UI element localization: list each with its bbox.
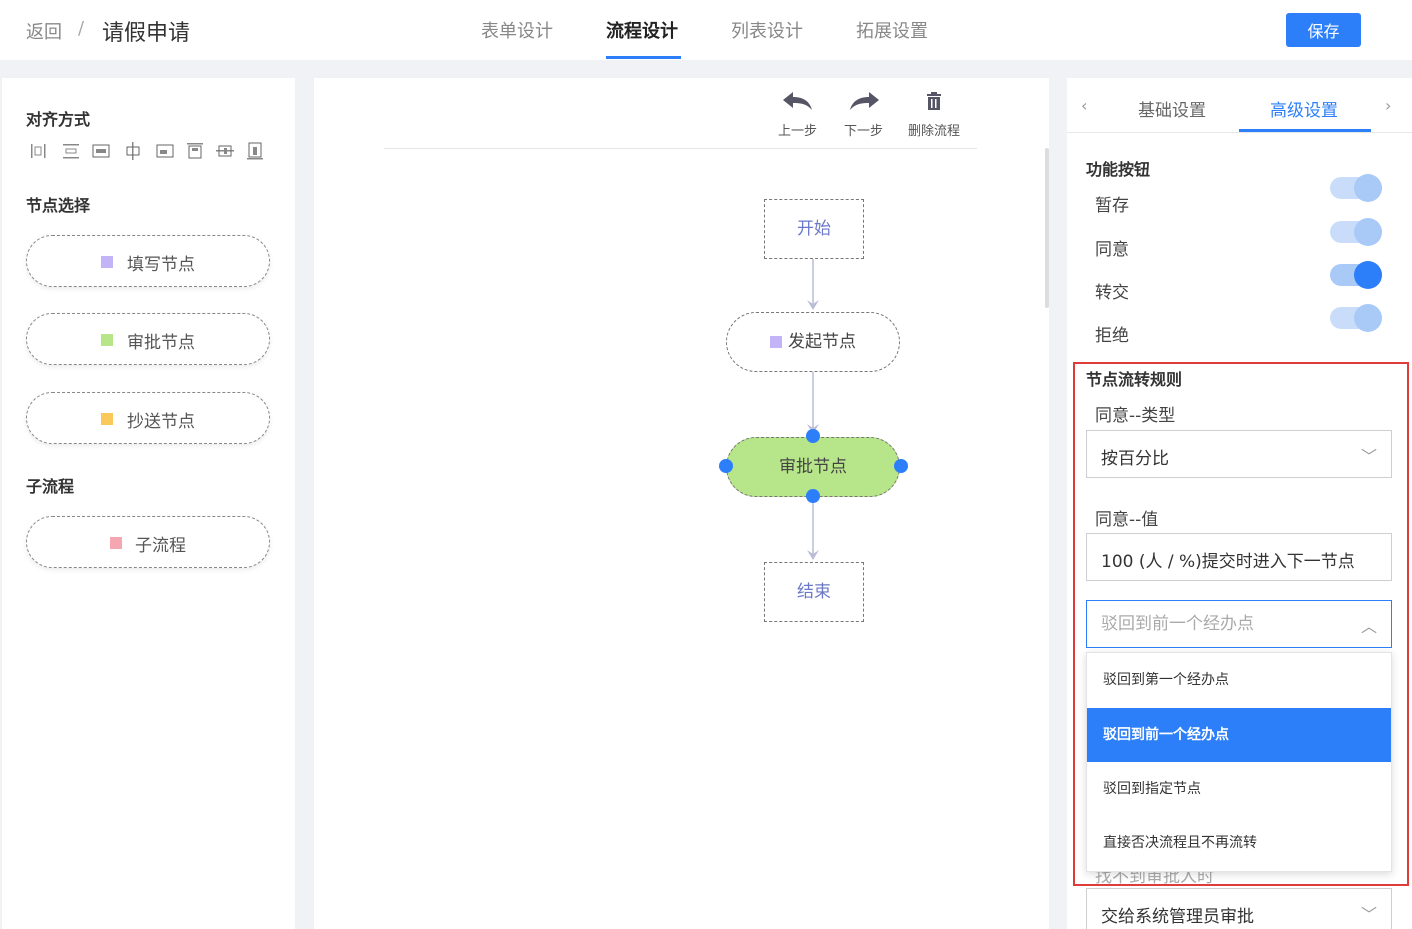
align-toolbar — [30, 142, 270, 160]
cc-node-label: 抄送节点 — [127, 412, 195, 432]
palette-subflow-node[interactable]: 子流程 — [26, 516, 270, 568]
top-header: 返回 / 请假申请 表单设计 流程设计 列表设计 拓展设置 保存 — [0, 0, 1412, 60]
agree-type-select[interactable]: 按百分比 ﹀ — [1086, 430, 1392, 478]
align-bottom-icon[interactable] — [156, 142, 174, 160]
connector-handle-bottom[interactable] — [806, 489, 820, 503]
palette-cc-node[interactable]: 抄送节点 — [26, 392, 270, 444]
flow-end-node[interactable]: 结束 — [764, 562, 864, 622]
flow-start-node[interactable]: 开始 — [764, 199, 864, 259]
agree-value-text: 100 (人 / %)提交时进入下一节点 — [1101, 552, 1355, 572]
tab-basic-settings[interactable]: 基础设置 — [1138, 96, 1206, 121]
option-veto-directly[interactable]: 直接否决流程且不再流转 — [1087, 816, 1391, 870]
btn-label-agree: 同意 — [1095, 240, 1129, 260]
option-reject-to-first[interactable]: 驳回到第一个经办点 — [1087, 653, 1391, 707]
chevron-down-icon: ﹀ — [1360, 905, 1377, 924]
align-top-icon[interactable] — [92, 142, 110, 160]
node-select-title: 节点选择 — [26, 196, 91, 215]
chevron-right-icon[interactable]: › — [1385, 96, 1391, 115]
align-center-h-icon[interactable] — [62, 142, 80, 160]
agree-value-label: 同意--值 — [1095, 510, 1159, 530]
initiate-node-swatch — [770, 336, 782, 348]
chevron-up-icon: ︿ — [1360, 617, 1377, 636]
node-palette-panel: 对齐方式 节点选择 填写节点 审批节点 抄送节点 子流程 子流程 — [2, 78, 295, 929]
fill-node-label: 填写节点 — [127, 255, 195, 275]
chevron-down-icon: ﹀ — [1360, 447, 1377, 466]
align-vertical-middle-icon[interactable] — [216, 142, 234, 160]
agree-value-input[interactable]: 100 (人 / %)提交时进入下一节点 — [1086, 533, 1392, 581]
tab-form-design[interactable]: 表单设计 — [481, 17, 553, 43]
connector-handle-right[interactable] — [894, 459, 908, 473]
reject-rule-dropdown: 驳回到第一个经办点 驳回到前一个经办点 驳回到指定节点 直接否决流程且不再流转 — [1086, 652, 1392, 872]
page-title: 请假申请 — [102, 21, 191, 46]
toggle-reject[interactable] — [1330, 304, 1382, 332]
approve-node-label: 审批节点 — [127, 333, 195, 353]
no-approver-select[interactable]: 交给系统管理员审批 ﹀ — [1086, 888, 1392, 929]
toggle-agree[interactable] — [1330, 218, 1382, 246]
btn-label-transfer: 转交 — [1095, 283, 1129, 303]
option-reject-to-specified[interactable]: 驳回到指定节点 — [1087, 762, 1391, 816]
agree-type-label: 同意--类型 — [1095, 406, 1176, 426]
flow-approve-node[interactable]: 审批节点 — [726, 437, 900, 497]
align-vertical-bottom-icon[interactable] — [246, 142, 264, 160]
toggle-transfer[interactable] — [1330, 261, 1382, 289]
tab-list-design[interactable]: 列表设计 — [731, 17, 803, 43]
toggle-save-draft[interactable] — [1330, 174, 1382, 202]
flow-rule-title: 节点流转规则 — [1086, 370, 1183, 389]
align-left-icon[interactable] — [30, 142, 48, 160]
option-reject-to-previous[interactable]: 驳回到前一个经办点 — [1087, 708, 1391, 762]
tab-advanced-settings[interactable]: 高级设置 — [1270, 96, 1338, 121]
agree-type-value: 按百分比 — [1101, 449, 1169, 469]
back-link[interactable]: 返回 — [26, 18, 62, 44]
subflow-node-swatch — [110, 537, 122, 549]
subflow-node-label: 子流程 — [135, 536, 186, 556]
flow-initiate-node[interactable]: 发起节点 — [726, 312, 900, 372]
palette-fill-node[interactable]: 填写节点 — [26, 235, 270, 287]
active-tab-indicator — [606, 56, 681, 59]
btn-label-save-draft: 暂存 — [1095, 196, 1129, 216]
flow-canvas[interactable]: 上一步 下一步 删除流程 开始 发起节点 审批节点 结束 — [314, 78, 1049, 929]
align-vertical-top-icon[interactable] — [186, 142, 204, 160]
save-button[interactable]: 保存 — [1286, 13, 1361, 47]
btn-label-reject: 拒绝 — [1095, 326, 1129, 346]
function-buttons-title: 功能按钮 — [1086, 160, 1151, 179]
fill-node-swatch — [101, 256, 113, 268]
no-approver-value: 交给系统管理员审批 — [1101, 907, 1254, 927]
subflow-section-title: 子流程 — [26, 477, 75, 496]
approve-node-swatch — [101, 334, 113, 346]
chevron-left-icon[interactable]: ‹ — [1081, 96, 1087, 115]
breadcrumb-separator: / — [78, 18, 85, 39]
property-panel: ‹ 基础设置 高级设置 › 功能按钮 暂存 同意 转交 拒绝 节点流转规则 同意… — [1067, 78, 1412, 929]
align-middle-icon[interactable] — [124, 142, 142, 160]
tab-flow-design[interactable]: 流程设计 — [606, 17, 678, 43]
reject-rule-input[interactable] — [1101, 611, 1351, 637]
right-tab-divider — [1067, 132, 1412, 133]
reject-rule-select[interactable]: ︿ — [1086, 600, 1392, 648]
align-section-title: 对齐方式 — [26, 110, 91, 129]
connector-handle-top[interactable] — [806, 429, 820, 443]
tab-extension-settings[interactable]: 拓展设置 — [856, 17, 928, 43]
flow-connectors — [807, 259, 819, 560]
initiate-node-label: 发起节点 — [788, 332, 856, 352]
cc-node-swatch — [101, 413, 113, 425]
palette-approve-node[interactable]: 审批节点 — [26, 313, 270, 365]
connector-handle-left[interactable] — [719, 459, 733, 473]
